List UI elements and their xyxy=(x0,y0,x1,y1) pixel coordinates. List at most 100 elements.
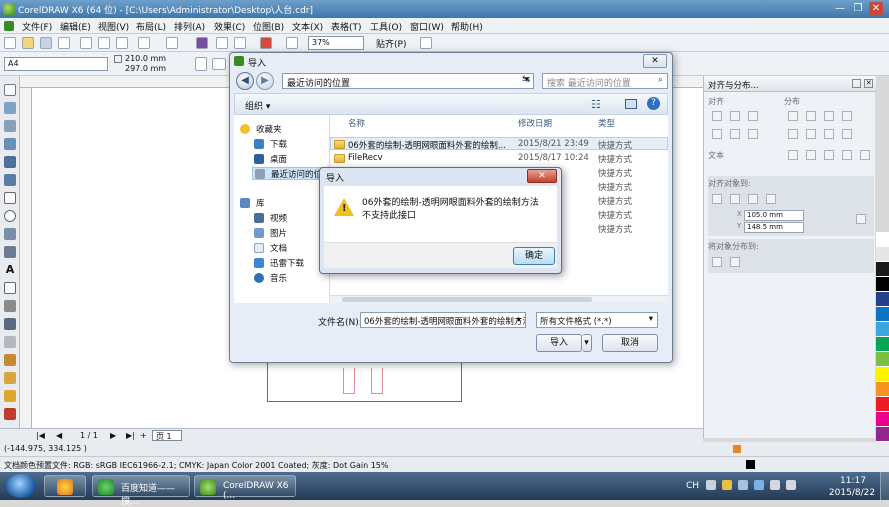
error-close-button[interactable]: ✕ xyxy=(527,169,557,183)
basic-shapes-icon[interactable] xyxy=(4,246,16,258)
open-icon[interactable] xyxy=(22,37,34,49)
menu-file[interactable]: 文件(F) xyxy=(22,20,52,33)
distribute-middle-icon[interactable] xyxy=(806,129,816,139)
column-date[interactable]: 修改日期 xyxy=(518,117,552,129)
view-options-icon[interactable]: ☷ xyxy=(591,98,601,111)
filetype-dropdown-icon[interactable]: ▾ xyxy=(649,314,653,324)
distribute-right-icon[interactable] xyxy=(824,111,834,121)
zoom-tool-icon[interactable] xyxy=(4,138,16,150)
page-tab[interactable]: 页 1 xyxy=(152,430,182,441)
maximize-button[interactable]: ❐ xyxy=(851,2,865,15)
smart-fill-icon[interactable] xyxy=(4,174,16,186)
back-icon[interactable]: ◀ xyxy=(236,72,254,90)
align-center-v-icon[interactable] xyxy=(730,129,740,139)
color-swatch[interactable] xyxy=(876,427,889,442)
text-first-line-icon[interactable] xyxy=(788,150,798,160)
import-button[interactable]: 导入 xyxy=(536,334,582,352)
volume-icon[interactable] xyxy=(786,480,796,490)
menu-text[interactable]: 文本(X) xyxy=(292,20,323,33)
align-bottom-icon[interactable] xyxy=(748,129,758,139)
color-swatch[interactable] xyxy=(876,397,889,412)
text-bounding-box-icon[interactable] xyxy=(842,150,852,160)
interactive-fill-icon[interactable] xyxy=(4,408,16,420)
column-name[interactable]: 名称 xyxy=(348,117,365,129)
color-swatch[interactable] xyxy=(876,277,889,292)
next-page-icon[interactable]: ▶ xyxy=(110,431,116,440)
color-swatch[interactable] xyxy=(876,382,889,397)
menu-window[interactable]: 窗口(W) xyxy=(410,20,444,33)
shape-tool-icon[interactable] xyxy=(4,102,16,114)
align-top-icon[interactable] xyxy=(712,129,722,139)
fill-tool-icon[interactable] xyxy=(4,390,16,402)
text-tool-icon[interactable]: A xyxy=(4,264,16,276)
align-point-icon[interactable] xyxy=(856,214,866,224)
dimension-tool-icon[interactable] xyxy=(4,300,16,312)
distribute-page-icon[interactable] xyxy=(730,257,740,267)
menu-table[interactable]: 表格(T) xyxy=(331,20,362,33)
start-button-icon[interactable] xyxy=(6,474,36,498)
pick-tool-icon[interactable] xyxy=(4,84,16,96)
menu-bitmaps[interactable]: 位图(B) xyxy=(253,20,284,33)
preview-pane-icon[interactable] xyxy=(625,99,637,109)
address-bar[interactable]: 最近访问的位置 ▾ xyxy=(282,73,534,89)
language-indicator[interactable]: CH xyxy=(686,481,699,491)
paper-size-select[interactable]: A4 xyxy=(4,57,108,71)
column-type[interactable]: 类型 xyxy=(598,117,615,129)
add-page-icon[interactable]: + xyxy=(140,431,147,440)
prev-page-icon[interactable]: ◀ xyxy=(56,431,62,440)
text-baseline-icon[interactable] xyxy=(824,150,834,160)
align-left-icon[interactable] xyxy=(712,111,722,121)
distribute-spacing-h-icon[interactable] xyxy=(842,111,852,121)
new-icon[interactable] xyxy=(4,37,16,49)
taskbar-task1[interactable]: 百度知道——搜... xyxy=(92,475,190,507)
last-page-icon[interactable]: ▶| xyxy=(126,431,135,440)
save-icon[interactable] xyxy=(40,37,52,49)
align-page-center-icon[interactable] xyxy=(748,194,758,204)
table-tool-icon[interactable] xyxy=(4,282,16,294)
menu-view[interactable]: 视图(V) xyxy=(98,20,129,33)
docker-close-icon[interactable]: ✕ xyxy=(864,79,873,88)
distribute-center-icon[interactable] xyxy=(806,111,816,121)
tray-icon-1[interactable] xyxy=(706,480,716,490)
ok-button[interactable]: 确定 xyxy=(513,247,555,265)
print-icon[interactable] xyxy=(58,37,70,49)
text-outline-icon[interactable] xyxy=(860,150,870,160)
align-active-icon[interactable] xyxy=(712,194,722,204)
rectangle-tool-icon[interactable] xyxy=(4,192,16,204)
import-dialog-close-button[interactable]: ✕ xyxy=(643,54,667,68)
options-icon[interactable] xyxy=(420,37,432,49)
help-icon[interactable]: ? xyxy=(647,97,660,110)
refresh-icon[interactable]: ⇆ xyxy=(522,74,530,85)
forward-icon[interactable]: ▶ xyxy=(256,72,274,90)
menu-edit[interactable]: 编辑(E) xyxy=(60,20,91,33)
import-icon[interactable] xyxy=(216,37,228,49)
color-swatch[interactable] xyxy=(876,307,889,322)
eyedropper-tool-icon[interactable] xyxy=(4,354,16,366)
application-launcher-icon[interactable] xyxy=(286,37,298,49)
taskbar-browser-button[interactable] xyxy=(44,475,86,497)
tray-icon-4[interactable] xyxy=(754,480,764,490)
distribute-left-icon[interactable] xyxy=(788,111,798,121)
outline-pen-icon[interactable] xyxy=(4,372,16,384)
distribute-spacing-v-icon[interactable] xyxy=(842,129,852,139)
search-content-icon[interactable] xyxy=(196,37,208,49)
cancel-button[interactable]: 取消 xyxy=(602,334,658,352)
distribute-bottom-icon[interactable] xyxy=(824,129,834,139)
horizontal-scrollbar[interactable] xyxy=(330,295,668,303)
redo-icon[interactable] xyxy=(166,37,178,49)
distribute-top-icon[interactable] xyxy=(788,129,798,139)
color-swatch[interactable] xyxy=(876,322,889,337)
crop-tool-icon[interactable] xyxy=(4,120,16,132)
color-swatch[interactable] xyxy=(876,352,889,367)
search-box[interactable]: 搜索 最近访问的位置 ⌕ xyxy=(542,73,668,89)
publish-pdf-icon[interactable] xyxy=(260,37,272,49)
distribute-selection-icon[interactable] xyxy=(712,257,722,267)
close-window-button[interactable]: ✕ xyxy=(869,2,883,15)
filename-input[interactable]: 06外套的绘制-透明网眼面料外套的绘制方法 xyxy=(360,312,526,328)
align-grid-icon[interactable] xyxy=(766,194,776,204)
color-swatch[interactable] xyxy=(876,247,889,262)
color-swatch[interactable] xyxy=(876,412,889,427)
minimize-button[interactable]: — xyxy=(833,2,847,15)
import-options-dropdown[interactable]: ▾ xyxy=(582,334,592,352)
color-swatch[interactable] xyxy=(876,262,889,277)
